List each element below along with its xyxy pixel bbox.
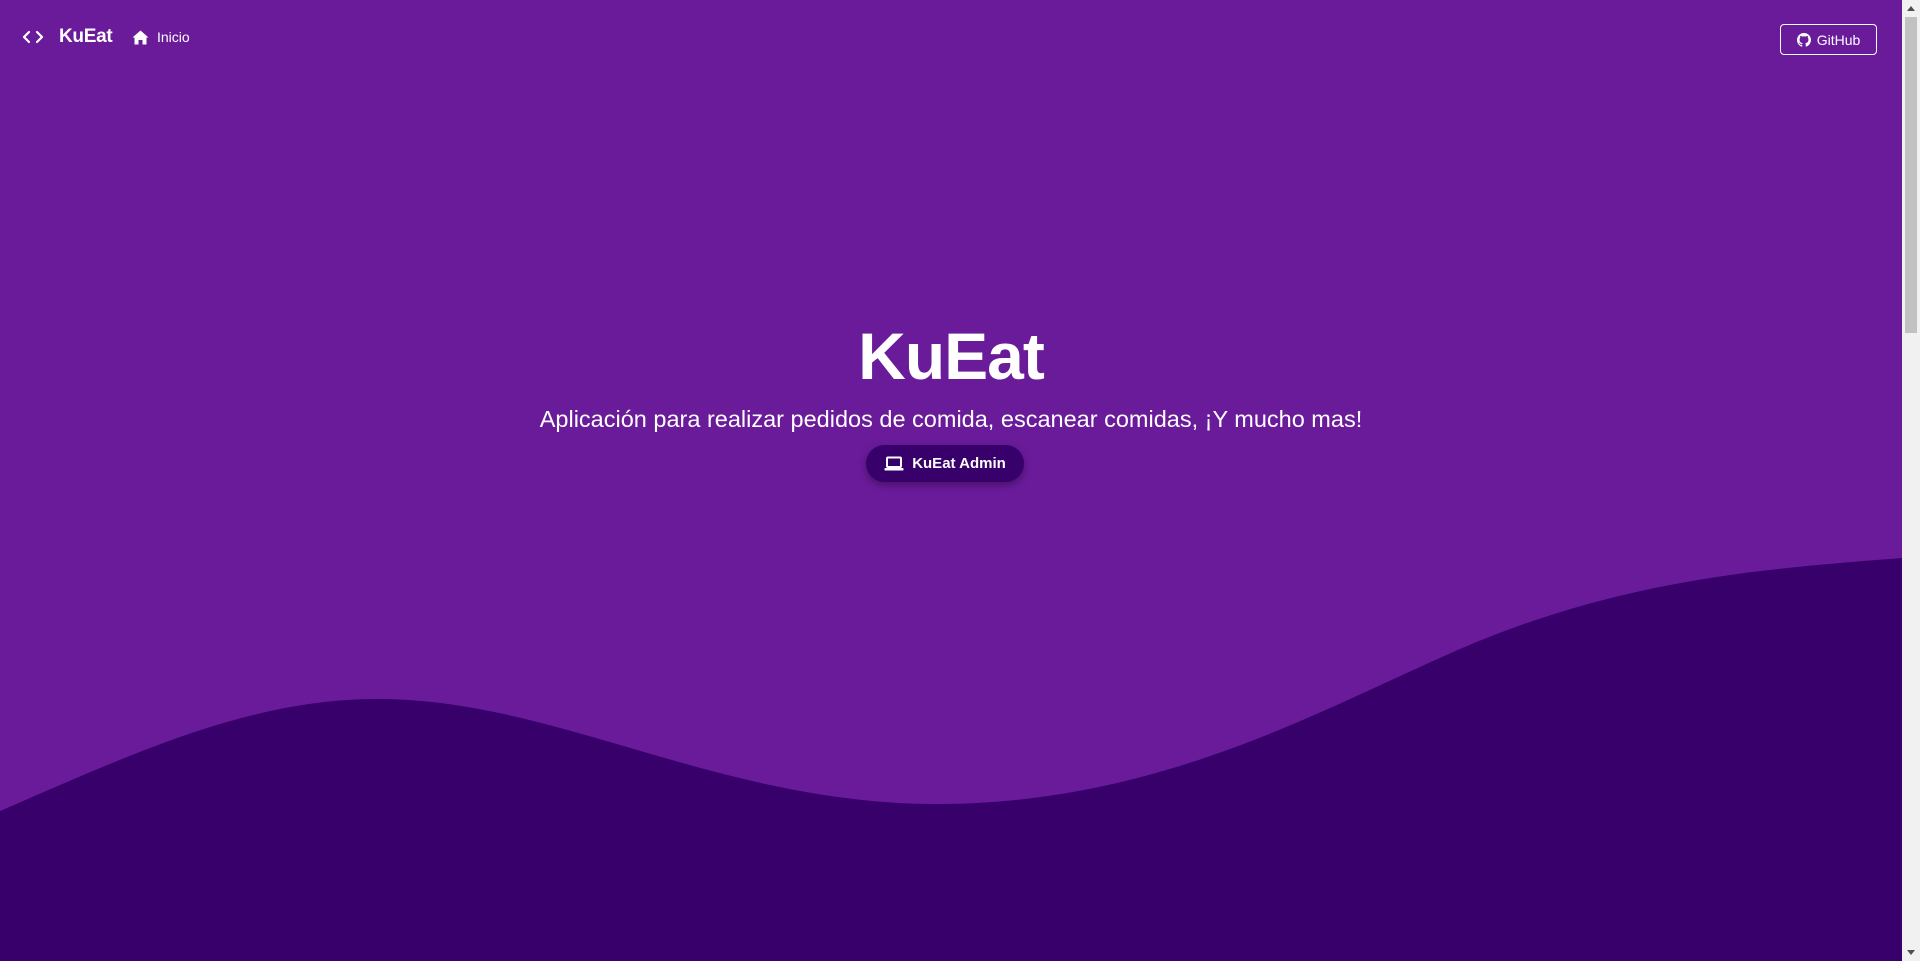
- navbar: KuEat Inicio GitHub: [0, 0, 1902, 80]
- scroll-up-arrow-icon[interactable]: [1902, 0, 1920, 17]
- main-content: KuEat Inicio GitHub KuEat Aplicación par…: [0, 0, 1902, 961]
- brand-link[interactable]: KuEat: [22, 26, 113, 48]
- nav-item-label: Inicio: [157, 29, 190, 45]
- nav-item-inicio[interactable]: Inicio: [132, 29, 190, 45]
- github-button[interactable]: GitHub: [1780, 24, 1877, 55]
- scrollbar-thumb[interactable]: [1905, 17, 1917, 333]
- vertical-scrollbar[interactable]: [1902, 0, 1920, 961]
- admin-button-label: KuEat Admin: [912, 455, 1006, 472]
- scroll-down-arrow-icon[interactable]: [1902, 944, 1920, 961]
- home-icon: [132, 30, 157, 45]
- page: KuEat Inicio GitHub KuEat Aplicación par…: [0, 0, 1920, 961]
- hero-subtitle: Aplicación para realizar pedidos de comi…: [539, 406, 1363, 432]
- brand-name: KuEat: [59, 26, 113, 47]
- kueat-admin-button[interactable]: KuEat Admin: [866, 445, 1024, 482]
- laptop-icon: [884, 456, 912, 471]
- hero-title: KuEat: [858, 319, 1045, 393]
- github-icon: [1796, 32, 1817, 47]
- code-icon: [22, 30, 44, 44]
- github-label: GitHub: [1816, 31, 1861, 48]
